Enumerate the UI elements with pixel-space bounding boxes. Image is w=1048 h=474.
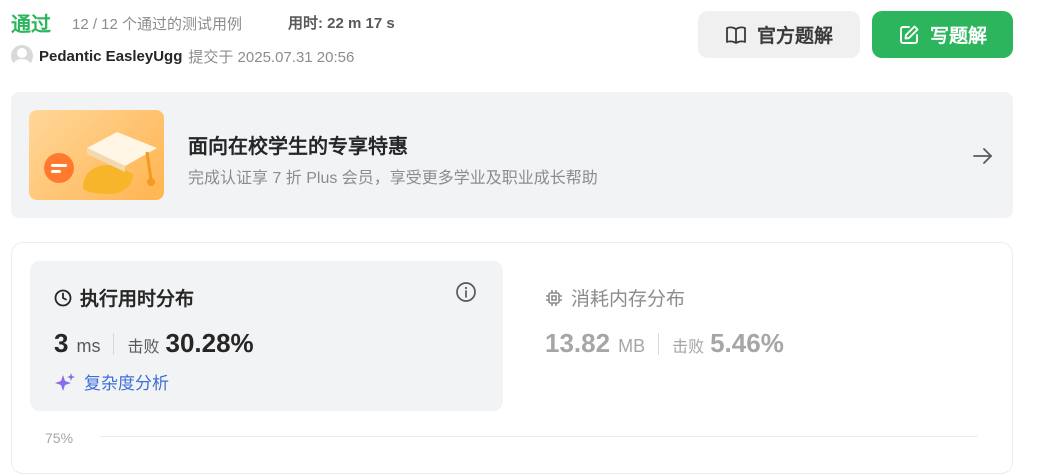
status-label: 通过 bbox=[11, 14, 51, 36]
book-icon bbox=[726, 25, 746, 44]
clock-icon bbox=[54, 289, 72, 306]
memory-title[interactable]: 消耗内存分布 bbox=[545, 284, 685, 311]
chart-y-tick: 75% bbox=[45, 430, 74, 446]
promo-title: 面向在校学生的专享特惠 bbox=[188, 136, 408, 158]
divider bbox=[113, 332, 115, 355]
runtime-metrics: 3 ms 击败 30.28% bbox=[54, 328, 254, 359]
sparkle-icon bbox=[55, 372, 75, 391]
divider bbox=[658, 332, 660, 355]
chart-gridline bbox=[100, 436, 978, 437]
avatar[interactable] bbox=[11, 45, 33, 67]
runtime-title: 执行用时分布 bbox=[54, 284, 194, 311]
edit-icon bbox=[900, 25, 919, 44]
runtime-beat-label: 击败 bbox=[127, 339, 160, 356]
info-icon[interactable] bbox=[455, 281, 477, 303]
graduation-cap-image bbox=[29, 110, 164, 200]
time-used: 用时: 22 m 17 s bbox=[288, 15, 395, 32]
runtime-beat-value: 30.28% bbox=[165, 328, 254, 358]
memory-unit: MB bbox=[618, 336, 646, 356]
submitted-time: 提交于 2025.07.31 20:56 bbox=[188, 48, 355, 66]
test-cases-summary: 12 / 12 个通过的测试用例 bbox=[72, 16, 243, 33]
runtime-value: 3 bbox=[54, 328, 69, 358]
memory-title-label: 消耗内存分布 bbox=[571, 289, 686, 310]
chip-icon bbox=[546, 289, 562, 306]
complexity-analysis-link[interactable]: 复杂度分析 bbox=[54, 369, 169, 394]
runtime-unit: ms bbox=[76, 336, 101, 356]
official-solution-label: 官方题解 bbox=[756, 26, 833, 47]
author-row: Pedantic EasleyUgg 提交于 2025.07.31 20:56 bbox=[11, 45, 354, 67]
official-solution-button[interactable]: 官方题解 bbox=[698, 11, 860, 58]
author-name[interactable]: Pedantic EasleyUgg bbox=[39, 48, 182, 65]
promo-subtitle: 完成认证享 7 折 Plus 会员，享受更多学业及职业成长帮助 bbox=[188, 170, 598, 187]
write-solution-button[interactable]: 写题解 bbox=[872, 11, 1013, 58]
write-solution-label: 写题解 bbox=[929, 26, 987, 47]
memory-beat-value: 5.46% bbox=[710, 328, 784, 358]
memory-beat-label: 击败 bbox=[672, 339, 705, 356]
memory-value: 13.82 bbox=[545, 328, 611, 358]
runtime-title-label: 执行用时分布 bbox=[80, 289, 195, 310]
memory-metrics: 13.82 MB 击败 5.46% bbox=[545, 328, 784, 359]
complexity-analysis-label: 复杂度分析 bbox=[84, 374, 169, 393]
arrow-right-icon[interactable] bbox=[970, 143, 996, 169]
